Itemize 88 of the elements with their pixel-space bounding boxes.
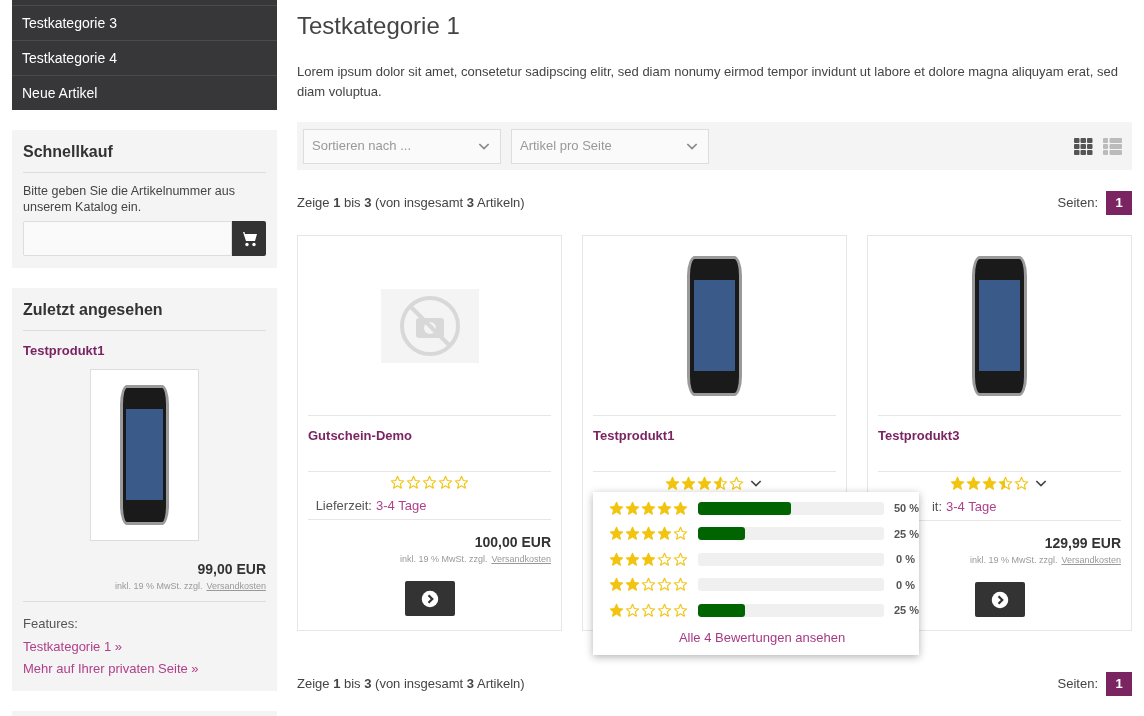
- star-icon: [697, 475, 712, 491]
- product-price: 99,00 EUR: [197, 559, 266, 579]
- percent-label: 50 %: [894, 501, 920, 516]
- pages-label: Seiten:: [1057, 675, 1098, 694]
- category-item[interactable]: Neue Artikel: [12, 75, 277, 110]
- star-icon: [673, 602, 688, 618]
- product-title[interactable]: Gutschein-Demo: [308, 426, 551, 471]
- feature-link[interactable]: Mehr auf Ihrer privaten Seite »: [23, 659, 266, 679]
- chevron-right-circle-icon: [990, 590, 1009, 609]
- star-icon: [625, 526, 640, 542]
- star-icon: [422, 475, 437, 490]
- tax-note: inkl. 19 % MwSt. zzgl.: [114, 579, 203, 593]
- article-number-field[interactable]: [23, 221, 232, 256]
- percent-label: 0 %: [896, 552, 915, 567]
- star-icon: [657, 500, 672, 516]
- results-summary: Zeige 1 bis 3 (von insgesamt 3 Artikeln): [297, 675, 525, 694]
- star-icon: [673, 500, 688, 516]
- star-icon: [406, 475, 421, 490]
- percent-label: 25 %: [894, 526, 920, 542]
- star-icon: [657, 602, 672, 618]
- star-icon: [609, 526, 624, 542]
- cart-icon: [240, 230, 258, 247]
- percent-label: 25 %: [894, 603, 920, 618]
- results-summary: Zeige 1 bis 3 (von insgesamt 3 Artikeln): [297, 194, 525, 213]
- pages-label: Seiten:: [1057, 194, 1098, 213]
- star-icon: [982, 475, 997, 491]
- add-to-cart-button[interactable]: [232, 221, 266, 256]
- star-icon: [438, 475, 453, 490]
- star-icon: [657, 526, 672, 542]
- grid-view-button[interactable]: [1074, 137, 1093, 155]
- star-icon: [609, 551, 624, 567]
- star-icon: [966, 475, 981, 491]
- star-icon: [713, 475, 728, 491]
- delivery-link[interactable]: 3-4 Tage: [376, 496, 427, 516]
- star-icon: [641, 551, 656, 567]
- category-item[interactable]: Testkategorie 4: [12, 40, 277, 75]
- all-reviews-link[interactable]: Alle 4 Bewertungen ansehen: [678, 627, 846, 647]
- grid-icon: [1074, 137, 1093, 155]
- star-icon: [609, 577, 624, 593]
- star-icon: [625, 500, 640, 516]
- star-icon: [657, 551, 672, 567]
- quick-buy-hint: Bitte geben Sie die Artikelnummer aus unserem Katalog ein.: [23, 183, 236, 215]
- delivery-label: it:: [931, 498, 942, 517]
- delivery-link[interactable]: 3-4 Tage: [946, 497, 997, 517]
- product-title[interactable]: Testprodukt1: [593, 426, 836, 471]
- delivery-label: Lieferzeit:: [315, 497, 372, 516]
- page-button[interactable]: 1: [1106, 672, 1132, 696]
- features-label: Features:: [23, 615, 79, 633]
- star-icon: [609, 500, 624, 516]
- panel-title: Schnellkauf: [23, 140, 266, 173]
- feature-link[interactable]: Testkategorie 1 »: [23, 636, 266, 656]
- star-icon: [625, 577, 640, 593]
- star-icon: [390, 475, 405, 490]
- star-icon: [641, 602, 656, 618]
- star-icon: [625, 602, 640, 618]
- product-link[interactable]: Testprodukt1: [23, 341, 266, 361]
- category-item[interactable]: Testkategorie 3: [12, 5, 277, 40]
- star-icon: [673, 551, 688, 567]
- star-icon: [673, 577, 688, 593]
- star-icon: [641, 500, 656, 516]
- camera-off-icon: [397, 293, 462, 358]
- star-icon: [609, 602, 624, 618]
- panel-title: Zuletzt angesehen: [23, 298, 266, 331]
- star-icon: [729, 475, 744, 491]
- tax-note: inkl. 19 % MwSt. zzgl.: [399, 553, 488, 566]
- star-icon: [665, 475, 680, 491]
- product-title[interactable]: Testprodukt3: [878, 426, 1121, 471]
- star-icon: [998, 475, 1013, 491]
- star-icon: [1014, 475, 1029, 491]
- list-icon: [1103, 137, 1122, 155]
- product-price: 129,99 EUR: [1044, 534, 1121, 553]
- star-icon: [641, 577, 656, 593]
- percent-label: 0 %: [896, 577, 915, 593]
- star-icon: [657, 577, 672, 593]
- tax-note: inkl. 19 % MwSt. zzgl.: [969, 554, 1058, 567]
- star-icon: [625, 551, 640, 567]
- star-icon: [950, 475, 965, 491]
- category-description: Lorem ipsum dolor sit amet, consetetur sadipscing elitr, sed diam nonumy eirmod tempor invidunt ut labore et dolore magna aliquyam erat, sed diam voluptua.: [297, 63, 1119, 101]
- page-title: Testkategorie 1: [297, 11, 461, 41]
- star-icon: [673, 526, 688, 542]
- chevron-right-circle-icon: [420, 589, 439, 608]
- star-icon: [641, 526, 656, 542]
- star-icon: [681, 475, 696, 491]
- details-button[interactable]: [974, 582, 1025, 617]
- star-icon: [454, 475, 469, 490]
- details-button[interactable]: [404, 581, 455, 616]
- page-button[interactable]: 1: [1106, 191, 1132, 215]
- product-price: 100,00 EUR: [474, 533, 551, 552]
